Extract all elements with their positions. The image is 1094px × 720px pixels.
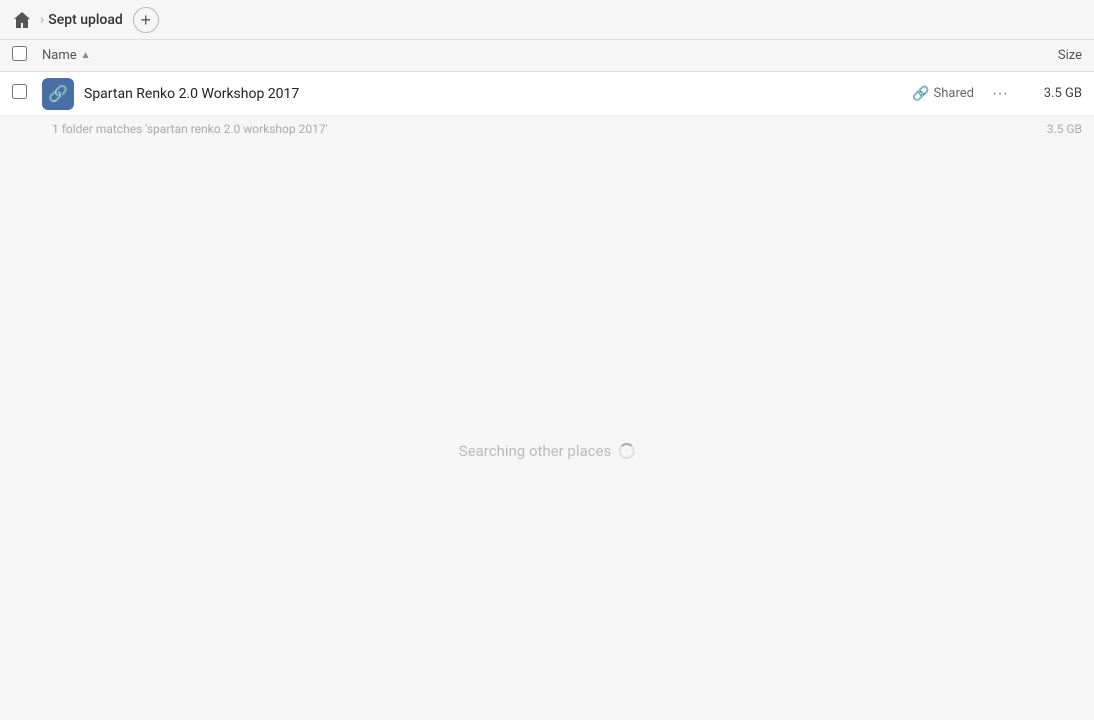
sort-arrow-icon: ▲: [81, 50, 91, 61]
home-button[interactable]: [12, 10, 32, 30]
header-checkbox-col: [12, 46, 42, 65]
folder-link-icon: 🔗: [48, 84, 68, 103]
row-checkbox[interactable]: [12, 84, 27, 99]
top-bar: › Sept upload +: [0, 0, 1094, 40]
more-options-button[interactable]: ···: [986, 83, 1014, 105]
file-meta: 🔗 Shared ···: [912, 83, 1014, 105]
breadcrumb-chevron: ›: [40, 12, 44, 28]
folder-icon-box: 🔗: [42, 78, 74, 110]
home-icon: [12, 10, 32, 30]
shared-badge: 🔗 Shared: [912, 86, 974, 102]
summary-row: 1 folder matches 'spartan renko 2.0 work…: [0, 116, 1094, 142]
name-column-header[interactable]: Name ▲: [42, 48, 1002, 63]
shared-label: Shared: [934, 86, 974, 101]
row-checkbox-col: [12, 84, 42, 103]
size-column-header: Size: [1002, 48, 1082, 63]
breadcrumb-folder[interactable]: Sept upload: [48, 12, 123, 28]
table-header: Name ▲ Size: [0, 40, 1094, 72]
searching-area: Searching other places: [459, 442, 635, 460]
table-row[interactable]: 🔗 Spartan Renko 2.0 Workshop 2017 🔗 Shar…: [0, 72, 1094, 116]
select-all-checkbox[interactable]: [12, 46, 27, 61]
add-button[interactable]: +: [133, 7, 159, 33]
summary-text: 1 folder matches 'spartan renko 2.0 work…: [52, 122, 1022, 136]
loading-spinner: [619, 443, 635, 459]
file-name: Spartan Renko 2.0 Workshop 2017: [84, 86, 299, 102]
searching-text: Searching other places: [459, 442, 611, 460]
file-size: 3.5 GB: [1022, 86, 1082, 101]
link-icon: 🔗: [912, 86, 929, 102]
summary-size: 3.5 GB: [1022, 122, 1082, 136]
file-icon-name: 🔗 Spartan Renko 2.0 Workshop 2017: [42, 78, 912, 110]
